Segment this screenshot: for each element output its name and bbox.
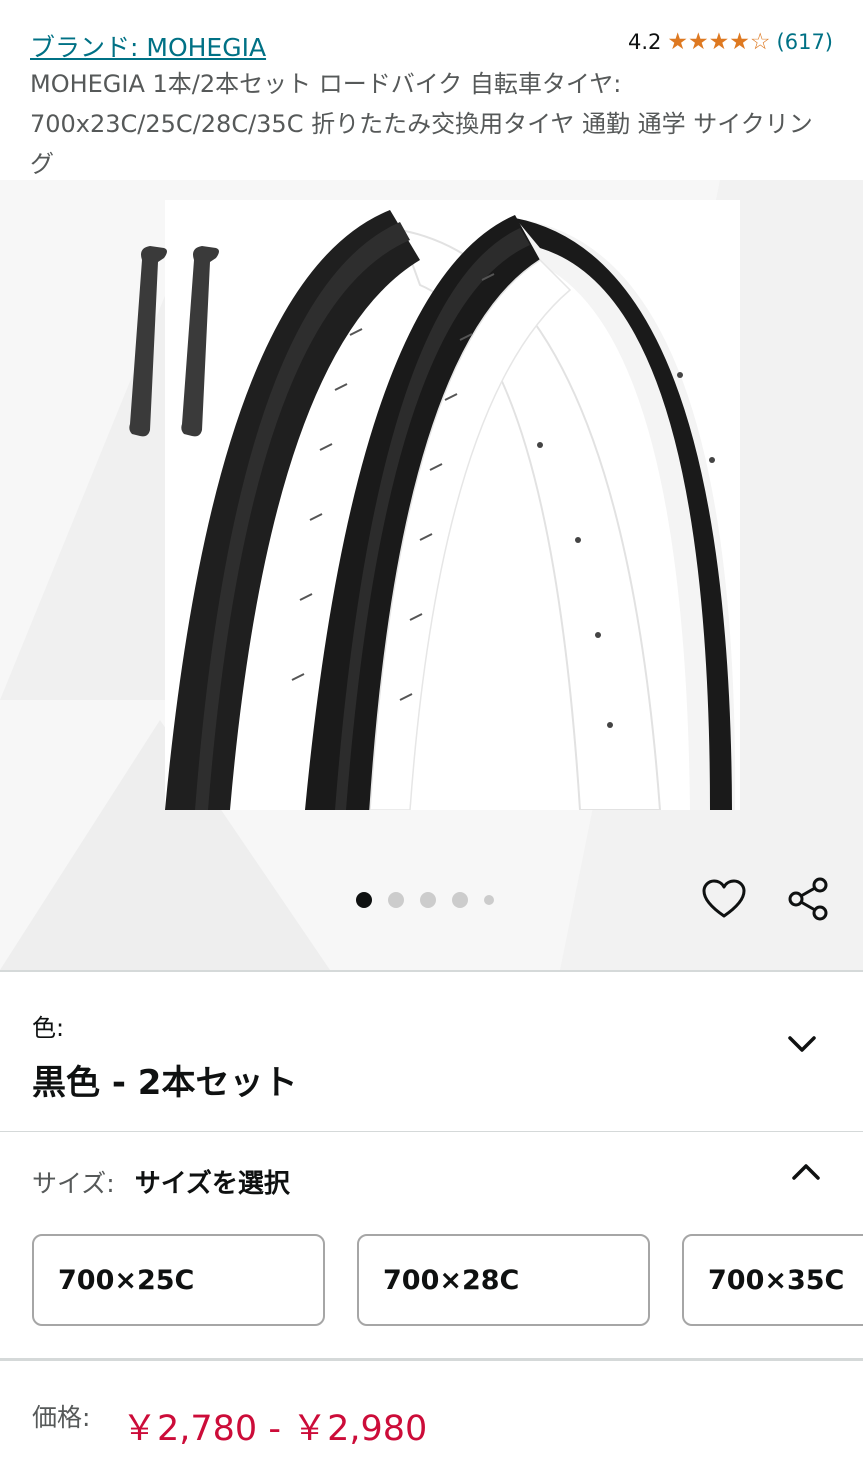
size-label: サイズ: [32,1169,115,1198]
carousel-dot[interactable] [420,892,436,908]
star-full-icon: ★ [708,28,730,55]
star-empty-icon: ☆ [749,28,771,55]
chevron-up-icon [792,1164,820,1180]
product-title: MOHEGIA 1本/2本セット ロードバイク 自転車タイヤ: 700x23C/… [30,70,813,178]
divider [0,970,863,972]
carousel-dot[interactable] [484,895,494,905]
size-option-700x25c[interactable]: 700×25C [32,1234,325,1326]
wishlist-button[interactable] [700,875,748,923]
heart-icon [702,879,746,918]
chevron-down-icon [788,1036,816,1052]
star-rating: ★ ★ ★ ★ ☆ [667,28,771,55]
color-selected-value[interactable]: 黒色 - 2本セット [32,1055,297,1104]
product-image[interactable] [120,200,740,810]
star-full-icon: ★ [688,28,709,55]
carousel-dot[interactable] [388,892,404,908]
price-range: ￥2,780 - ￥2,980 [122,1409,428,1449]
star-full-icon: ★ [729,28,750,55]
price-label: 価格: [32,1403,91,1432]
size-options: 700×25C 700×28C 700×35C [32,1234,863,1326]
brand-link[interactable]: ブランド: MOHEGIA [30,28,266,64]
carousel-dot-active[interactable] [356,892,372,908]
carousel-dot[interactable] [452,892,468,908]
star-full-icon: ★ [667,28,689,55]
size-collapse-button[interactable] [786,1152,826,1192]
rating-summary[interactable]: 4.2 ★ ★ ★ ★ ☆ (617) [628,30,833,54]
share-button[interactable] [784,875,832,923]
size-option-700x28c[interactable]: 700×28C [357,1234,650,1326]
color-expand-button[interactable] [782,1024,822,1064]
size-header[interactable]: サイズ: サイズを選択 [32,1163,290,1200]
product-image-carousel[interactable] [0,180,863,970]
carousel-dots[interactable] [356,892,494,908]
size-option-700x35c[interactable]: 700×35C [682,1234,863,1326]
divider [0,1131,863,1132]
rating-value: 4.2 [628,30,662,54]
rating-count[interactable]: (617) [777,30,833,54]
divider [0,1358,863,1361]
size-selected-value: サイズを選択 [134,1169,290,1199]
product-page: ブランド: MOHEGIA 4.2 ★ ★ ★ ★ ☆ (617) MOHEGI… [0,0,863,1465]
color-label: 色: [32,1014,65,1042]
share-icon [788,877,828,921]
